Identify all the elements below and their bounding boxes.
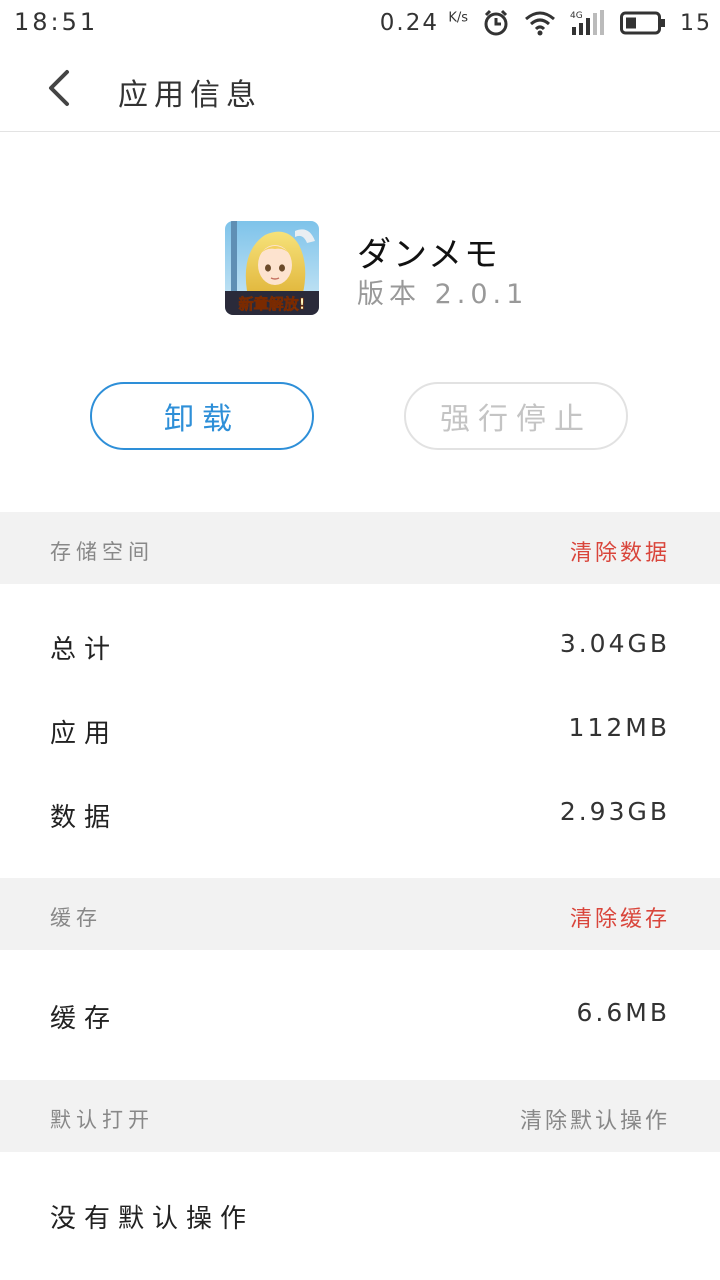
storage-row-data: 数据 2.93GB [0, 773, 720, 857]
app-version: 版本 2.0.1 [357, 279, 529, 310]
storage-total-value: 3.04GB [559, 629, 670, 658]
network-speed-unit: K/s [448, 10, 468, 26]
storage-app-label: 应用 [50, 719, 119, 749]
storage-data-value: 2.93GB [559, 797, 670, 826]
storage-section-title: 存储空间 [50, 540, 154, 564]
uninstall-button[interactable]: 卸载 [90, 382, 314, 450]
app-bar: 应用信息 [0, 48, 720, 132]
app-icon-banner: 新章解放! [239, 295, 306, 313]
network-type-label: 4G [570, 11, 583, 21]
clear-defaults-button[interactable]: 清除默认操作 [520, 1103, 670, 1135]
status-bar: 18:51 0.24 K/s 4G 15 [0, 0, 720, 48]
storage-row-total: 总计 3.04GB [0, 605, 720, 689]
app-name: ダンメモ [357, 235, 500, 275]
cache-row: 缓存 6.6MB [0, 974, 720, 1058]
cache-value: 6.6MB [576, 998, 670, 1027]
battery-icon [620, 11, 666, 35]
app-icon: 新章解放! [225, 221, 319, 315]
back-button[interactable] [28, 62, 88, 118]
page-title: 应用信息 [118, 78, 262, 113]
alarm-icon [482, 9, 510, 37]
battery-level: 15 [680, 10, 712, 36]
defaults-section-header: 默认打开 清除默认操作 [0, 1080, 720, 1152]
storage-app-value: 112MB [568, 713, 670, 742]
storage-row-app: 应用 112MB [0, 689, 720, 773]
status-icons: 0.24 K/s 4G 15 [380, 6, 712, 40]
defaults-row: 没有默认操作 [0, 1174, 720, 1258]
wifi-icon [524, 10, 556, 36]
storage-section-header: 存储空间 清除数据 [0, 512, 720, 584]
network-speed: 0.24 K/s [380, 10, 468, 36]
cache-section-header: 缓存 清除缓存 [0, 878, 720, 950]
no-defaults-text: 没有默认操作 [50, 1204, 255, 1234]
app-header: 新章解放! ダンメモ 版本 2.0.1 卸载 强行停止 [0, 132, 720, 512]
signal-icon: 4G [570, 9, 606, 37]
clear-data-button[interactable]: 清除数据 [570, 535, 670, 567]
chevron-left-icon [45, 69, 71, 111]
defaults-section-title: 默认打开 [50, 1108, 154, 1132]
network-speed-value: 0.24 [379, 10, 439, 36]
storage-data-label: 数据 [50, 803, 119, 833]
cache-label: 缓存 [50, 1004, 119, 1034]
cache-section-title: 缓存 [50, 906, 102, 930]
clear-cache-button[interactable]: 清除缓存 [570, 901, 670, 933]
force-stop-button[interactable]: 强行停止 [404, 382, 628, 450]
storage-total-label: 总计 [50, 635, 119, 665]
status-time: 18:51 [14, 8, 99, 36]
